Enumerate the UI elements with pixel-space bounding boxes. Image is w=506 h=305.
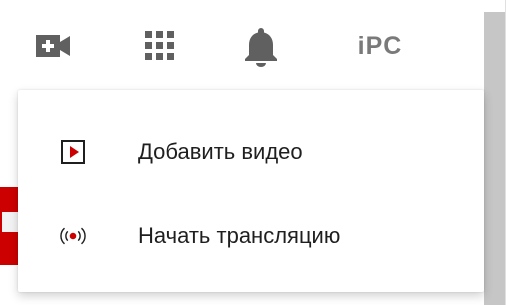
upload-video-label: Добавить видео bbox=[138, 139, 303, 164]
upload-video-icon bbox=[56, 135, 90, 169]
live-broadcast-icon bbox=[56, 219, 90, 253]
top-bar: iPC bbox=[0, 0, 484, 90]
go-live-label: Начать трансляцию bbox=[138, 223, 341, 248]
upload-video-menu-item[interactable]: Добавить видео bbox=[18, 124, 484, 180]
avatar-initials: iPC bbox=[357, 31, 403, 60]
scrollbar-track[interactable] bbox=[484, 12, 506, 305]
bell-icon[interactable] bbox=[241, 26, 281, 68]
apps-grid-icon[interactable] bbox=[140, 26, 180, 66]
avatar[interactable]: iPC bbox=[352, 24, 408, 68]
video-camera-plus-icon[interactable] bbox=[34, 30, 74, 62]
create-dropdown-menu: Добавить видео Начать трансляцию bbox=[18, 90, 484, 292]
go-live-menu-item[interactable]: Начать трансляцию bbox=[18, 208, 484, 264]
background-thumbnail-label bbox=[2, 212, 18, 232]
